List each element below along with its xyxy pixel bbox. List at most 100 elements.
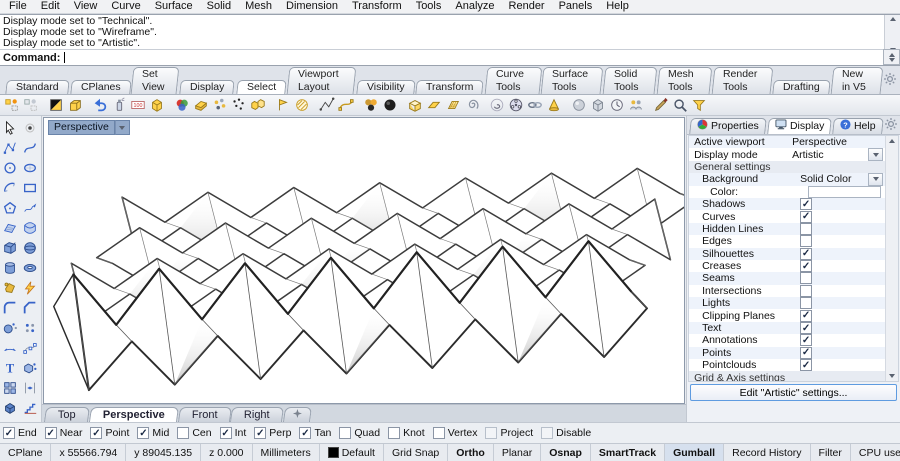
- checkbox-points[interactable]: ✓: [800, 346, 813, 359]
- polygon-tool-icon[interactable]: [0, 198, 20, 218]
- osnap-disable[interactable]: Disable: [541, 427, 591, 439]
- osnap-point[interactable]: ✓ Point: [90, 427, 129, 439]
- panel-tab-help[interactable]: ? Help: [832, 118, 884, 134]
- cone-icon[interactable]: [544, 96, 563, 114]
- status-cplane[interactable]: CPlane: [0, 444, 52, 461]
- chain-link-icon[interactable]: [525, 96, 544, 114]
- osnap-checkbox[interactable]: ✓: [299, 427, 312, 439]
- spiral-icon[interactable]: [462, 96, 481, 114]
- setting-row-creases[interactable]: Creases ✓: [689, 259, 885, 273]
- setting-row-hidden-lines[interactable]: Hidden Lines: [689, 222, 885, 236]
- pointer-icon[interactable]: [0, 118, 20, 138]
- setting-row-intersections[interactable]: Intersections: [689, 284, 885, 298]
- menu-dimension[interactable]: Dimension: [279, 0, 345, 13]
- status-record-history[interactable]: Record History: [724, 444, 811, 461]
- surface-loft-icon[interactable]: [20, 218, 40, 238]
- setting-row-silhouettes[interactable]: Silhouettes ✓: [689, 247, 885, 260]
- curve-tool-icon[interactable]: [20, 138, 40, 158]
- toolbar-tab-drafting[interactable]: Drafting: [772, 80, 831, 94]
- osnap-perp[interactable]: ✓ Perp: [254, 427, 291, 439]
- checkbox-seams[interactable]: [800, 272, 813, 285]
- osnap-checkbox[interactable]: [432, 427, 445, 439]
- checkbox-text[interactable]: ✓: [800, 322, 813, 335]
- panel-gear-icon[interactable]: [885, 118, 897, 133]
- osnap-cen[interactable]: Cen: [177, 427, 212, 439]
- viewport-tab-right[interactable]: Right: [230, 407, 284, 422]
- checkbox-creases[interactable]: ✓: [800, 260, 813, 273]
- toolbar-tab-viewport-layout[interactable]: Viewport Layout: [286, 67, 357, 94]
- toolbar-tab-cplanes[interactable]: CPlanes: [69, 80, 132, 94]
- osnap-project[interactable]: Project: [485, 427, 533, 439]
- rectangle-tool-icon[interactable]: [20, 178, 40, 198]
- checkbox-intersections[interactable]: [800, 284, 813, 297]
- dropdown-arrow-icon[interactable]: [868, 148, 883, 162]
- hatch-circle-icon[interactable]: [292, 96, 311, 114]
- menu-panels[interactable]: Panels: [552, 0, 600, 13]
- checkbox-pointclouds[interactable]: ✓: [800, 359, 813, 372]
- dimension-100-icon[interactable]: 100: [128, 96, 147, 114]
- status-x-55566-794[interactable]: x 55566.794: [51, 444, 127, 461]
- command-expand-button[interactable]: [883, 49, 900, 65]
- setting-row-curves[interactable]: Curves ✓: [689, 210, 885, 223]
- osnap-checkbox[interactable]: ✓: [219, 427, 232, 439]
- filter-funnel-icon[interactable]: [689, 96, 708, 114]
- chamfer-icon[interactable]: [20, 298, 40, 318]
- command-line[interactable]: Command:: [0, 49, 900, 65]
- viewport-title-dropdown[interactable]: Perspective: [48, 120, 130, 135]
- box-tool-icon[interactable]: [0, 238, 20, 258]
- toolbar-tab-mesh-tools[interactable]: Mesh Tools: [656, 67, 713, 94]
- undo-icon[interactable]: [90, 96, 109, 114]
- osnap-checkbox[interactable]: [177, 427, 190, 439]
- magnifier-icon[interactable]: [670, 96, 689, 114]
- menu-edit[interactable]: Edit: [34, 0, 67, 13]
- osnap-checkbox[interactable]: ✓: [44, 427, 57, 439]
- layer-wedge-icon[interactable]: [191, 96, 210, 114]
- viewport-menu-arrow-icon[interactable]: [114, 120, 130, 135]
- boom-icon[interactable]: [20, 278, 40, 298]
- status-z-0-000[interactable]: z 0.000: [201, 444, 253, 461]
- osnap-checkbox[interactable]: [388, 427, 401, 439]
- setting-row-clipping-planes[interactable]: Clipping Planes ✓: [689, 309, 885, 322]
- film-reel-icon[interactable]: [506, 96, 525, 114]
- osnap-near[interactable]: ✓ Near: [44, 427, 82, 439]
- gray-sphere-icon[interactable]: [569, 96, 588, 114]
- curve-from-object-icon[interactable]: [0, 318, 20, 338]
- toolbar-tab-set-view[interactable]: Set View: [130, 67, 180, 94]
- setting-row-edges[interactable]: Edges: [689, 235, 885, 248]
- osnap-checkbox[interactable]: [541, 427, 554, 439]
- viewport-tab-front[interactable]: Front: [177, 407, 232, 422]
- text-tool-icon[interactable]: T: [0, 358, 20, 378]
- paintbrush-icon[interactable]: [651, 96, 670, 114]
- panel-scroll-up-icon[interactable]: [889, 139, 895, 143]
- flag-icon[interactable]: [273, 96, 292, 114]
- surface-patch-icon[interactable]: [0, 218, 20, 238]
- status-gumball[interactable]: Gumball: [665, 444, 725, 461]
- osnap-quad[interactable]: Quad: [339, 427, 380, 439]
- distribute-icon[interactable]: [20, 378, 40, 398]
- status-filter[interactable]: Filter: [811, 444, 851, 461]
- osnap-checkbox[interactable]: [339, 427, 352, 439]
- panel-scroll-down-icon[interactable]: [889, 374, 895, 378]
- perspective-viewport[interactable]: Perspective: [43, 117, 686, 404]
- sphere-tool-icon[interactable]: [20, 238, 40, 258]
- status-smarttrack[interactable]: SmartTrack: [591, 444, 666, 461]
- osnap-checkbox[interactable]: ✓: [254, 427, 267, 439]
- menu-view[interactable]: View: [67, 0, 105, 13]
- gray-cube-icon[interactable]: [588, 96, 607, 114]
- status-default[interactable]: Default: [320, 444, 384, 461]
- tabstrip-gear-icon[interactable]: [884, 73, 897, 88]
- edit-artistic-settings-button[interactable]: Edit "Artistic" settings...: [690, 384, 897, 401]
- setting-row-lights[interactable]: Lights: [689, 297, 885, 310]
- toolbar-tab-surface-tools[interactable]: Surface Tools: [540, 67, 604, 94]
- viewport-title[interactable]: Perspective: [48, 120, 115, 135]
- select-points-icon[interactable]: [2, 96, 21, 114]
- toolbar-tab-visibility[interactable]: Visibility: [355, 80, 416, 94]
- menu-analyze[interactable]: Analyze: [448, 0, 501, 13]
- menu-solid[interactable]: Solid: [200, 0, 238, 13]
- osnap-checkbox[interactable]: ✓: [137, 427, 150, 439]
- control-curve-icon[interactable]: [336, 96, 355, 114]
- menu-transform[interactable]: Transform: [345, 0, 409, 13]
- osnap-mid[interactable]: ✓ Mid: [137, 427, 169, 439]
- color-wheel-icon[interactable]: [172, 96, 191, 114]
- select-points-gray-icon[interactable]: [21, 96, 40, 114]
